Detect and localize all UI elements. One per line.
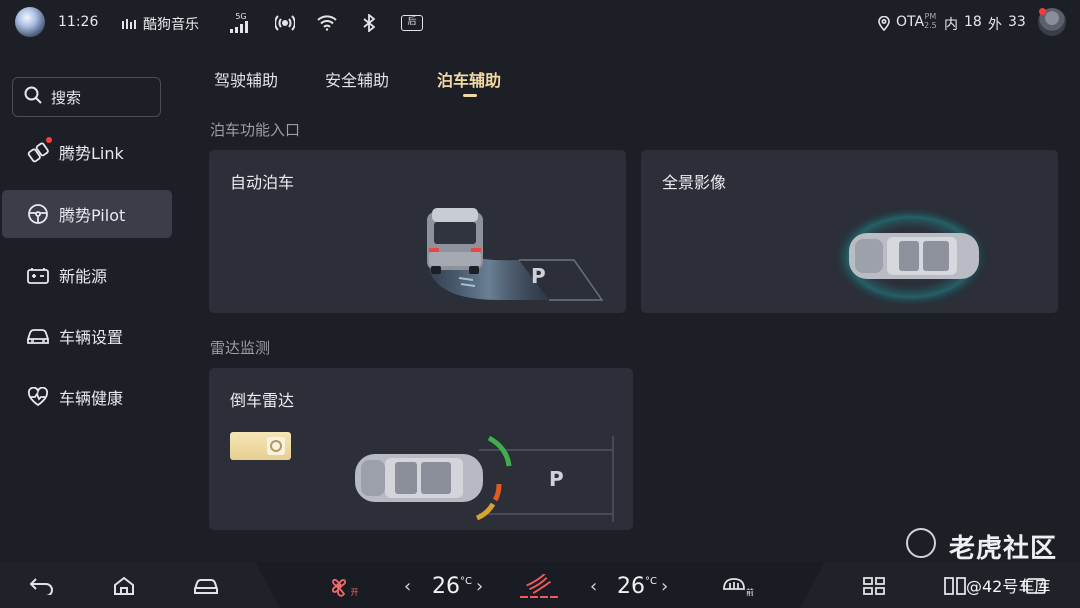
steering-wheel-icon <box>26 202 50 226</box>
tab-safety-assist[interactable]: 安全辅助 <box>325 67 389 91</box>
right-temp-down-button[interactable]: ‹ <box>590 576 597 597</box>
split-screen-icon[interactable] <box>943 574 967 598</box>
home-icon[interactable] <box>112 574 136 598</box>
card-title: 自动泊车 <box>230 173 295 192</box>
fan-icon[interactable]: 开 <box>327 574 359 598</box>
auto-parking-card[interactable]: 自动泊车 P <box>209 150 626 313</box>
section-title-parking-entry: 泊车功能入口 <box>210 121 301 139</box>
pm-value-label: 2.5 <box>924 21 937 30</box>
notification-dot-icon <box>1039 8 1046 15</box>
pm25-indicator: PM 2.5 <box>924 12 937 30</box>
location-pin-icon <box>877 12 891 34</box>
watermark-subtitle: @42号车库 <box>966 577 1051 596</box>
panoramic-view-illustration <box>833 207 989 307</box>
toggle-knob-icon <box>267 437 285 455</box>
apps-grid-icon[interactable] <box>862 574 886 598</box>
tab-parking-assist[interactable]: 泊车辅助 <box>437 67 501 91</box>
sidebar-item-pilot[interactable]: 腾势Pilot <box>2 190 172 238</box>
car-control-icon[interactable] <box>192 574 220 598</box>
inside-temp-label: 内 <box>944 17 958 33</box>
ota-label[interactable]: OTA <box>896 14 924 30</box>
reverse-radar-card: 倒车雷达 P <box>209 368 633 530</box>
section-title-radar: 雷达监测 <box>210 339 271 357</box>
bluetooth-icon <box>362 12 376 34</box>
sidebar-item-label: 腾势Link <box>59 144 124 163</box>
music-bars-icon <box>122 12 136 34</box>
sidebar-item-vehicle-settings[interactable]: 车辆设置 <box>2 312 172 360</box>
watermark-logo-icon <box>906 528 936 558</box>
wifi-icon <box>316 12 338 34</box>
outside-temp-value: 33 <box>1008 14 1026 30</box>
link-icon <box>26 137 52 164</box>
front-defrost-label: 前 <box>746 588 754 597</box>
pm-label: PM <box>924 12 937 21</box>
sidebar-item-new-energy[interactable]: 新能源 <box>2 251 172 299</box>
search-placeholder: 搜索 <box>51 88 82 107</box>
seat-heat-icon[interactable] <box>518 574 560 598</box>
clock: 11:26 <box>58 14 99 30</box>
signal-type-label: 5G <box>235 12 247 21</box>
left-temp-display[interactable]: 26°C <box>432 574 472 599</box>
search-input[interactable]: 搜索 <box>12 77 161 117</box>
active-tab-indicator <box>463 94 477 97</box>
parking-p-mark: P <box>531 264 546 288</box>
music-app-label[interactable]: 酷狗音乐 <box>143 14 199 34</box>
radar-p-mark: P <box>549 467 564 491</box>
inside-temp-value: 18 <box>964 14 982 30</box>
assistant-orb-icon[interactable] <box>15 7 45 37</box>
search-icon <box>23 85 43 109</box>
hotspot-icon <box>274 12 296 34</box>
front-defrost-icon[interactable]: 前 <box>721 574 755 598</box>
card-title: 倒车雷达 <box>230 391 295 410</box>
card-title: 全景影像 <box>662 173 727 192</box>
sidebar-item-label: 腾势Pilot <box>59 206 126 225</box>
temp-unit-label: °C <box>645 576 657 587</box>
battery-icon <box>26 263 50 287</box>
reverse-radar-toggle[interactable] <box>230 432 291 460</box>
left-temp-value: 26 <box>432 574 460 599</box>
outside-temp-label: 外 <box>988 17 1002 33</box>
reverse-radar-illustration: P <box>355 435 614 522</box>
watermark-title: 老虎社区 <box>949 534 1058 564</box>
back-icon[interactable] <box>28 574 56 598</box>
sidebar-item-label: 车辆设置 <box>59 328 124 347</box>
rear-label: 后 <box>401 15 423 31</box>
right-temp-up-button[interactable]: › <box>661 576 668 597</box>
status-bar: 11:26 酷狗音乐 5G 后 OTA PM 2.5 内 18 外 33 <box>0 0 1080 46</box>
sidebar-item-label: 新能源 <box>59 267 108 286</box>
sidebar-item-link[interactable]: 腾势Link <box>2 128 172 176</box>
auto-parking-illustration: P <box>427 208 604 301</box>
car-icon <box>26 324 50 348</box>
cellular-signal-icon: 5G <box>229 12 253 34</box>
link-notification-dot <box>46 137 52 143</box>
left-temp-down-button[interactable]: ‹ <box>404 576 411 597</box>
heart-pulse-icon <box>26 385 50 409</box>
panoramic-view-card[interactable]: 全景影像 <box>641 150 1058 313</box>
tab-driving-assist[interactable]: 驾驶辅助 <box>214 67 278 91</box>
right-temp-value: 26 <box>617 574 645 599</box>
right-temp-display[interactable]: 26°C <box>617 574 657 599</box>
sidebar-item-vehicle-health[interactable]: 车辆健康 <box>2 373 172 421</box>
rear-defrost-icon: 后 <box>401 12 423 34</box>
sidebar-item-label: 车辆健康 <box>59 389 124 408</box>
left-temp-up-button[interactable]: › <box>476 576 483 597</box>
temp-unit-label: °C <box>460 576 472 587</box>
fan-on-label: 开 <box>350 588 359 597</box>
